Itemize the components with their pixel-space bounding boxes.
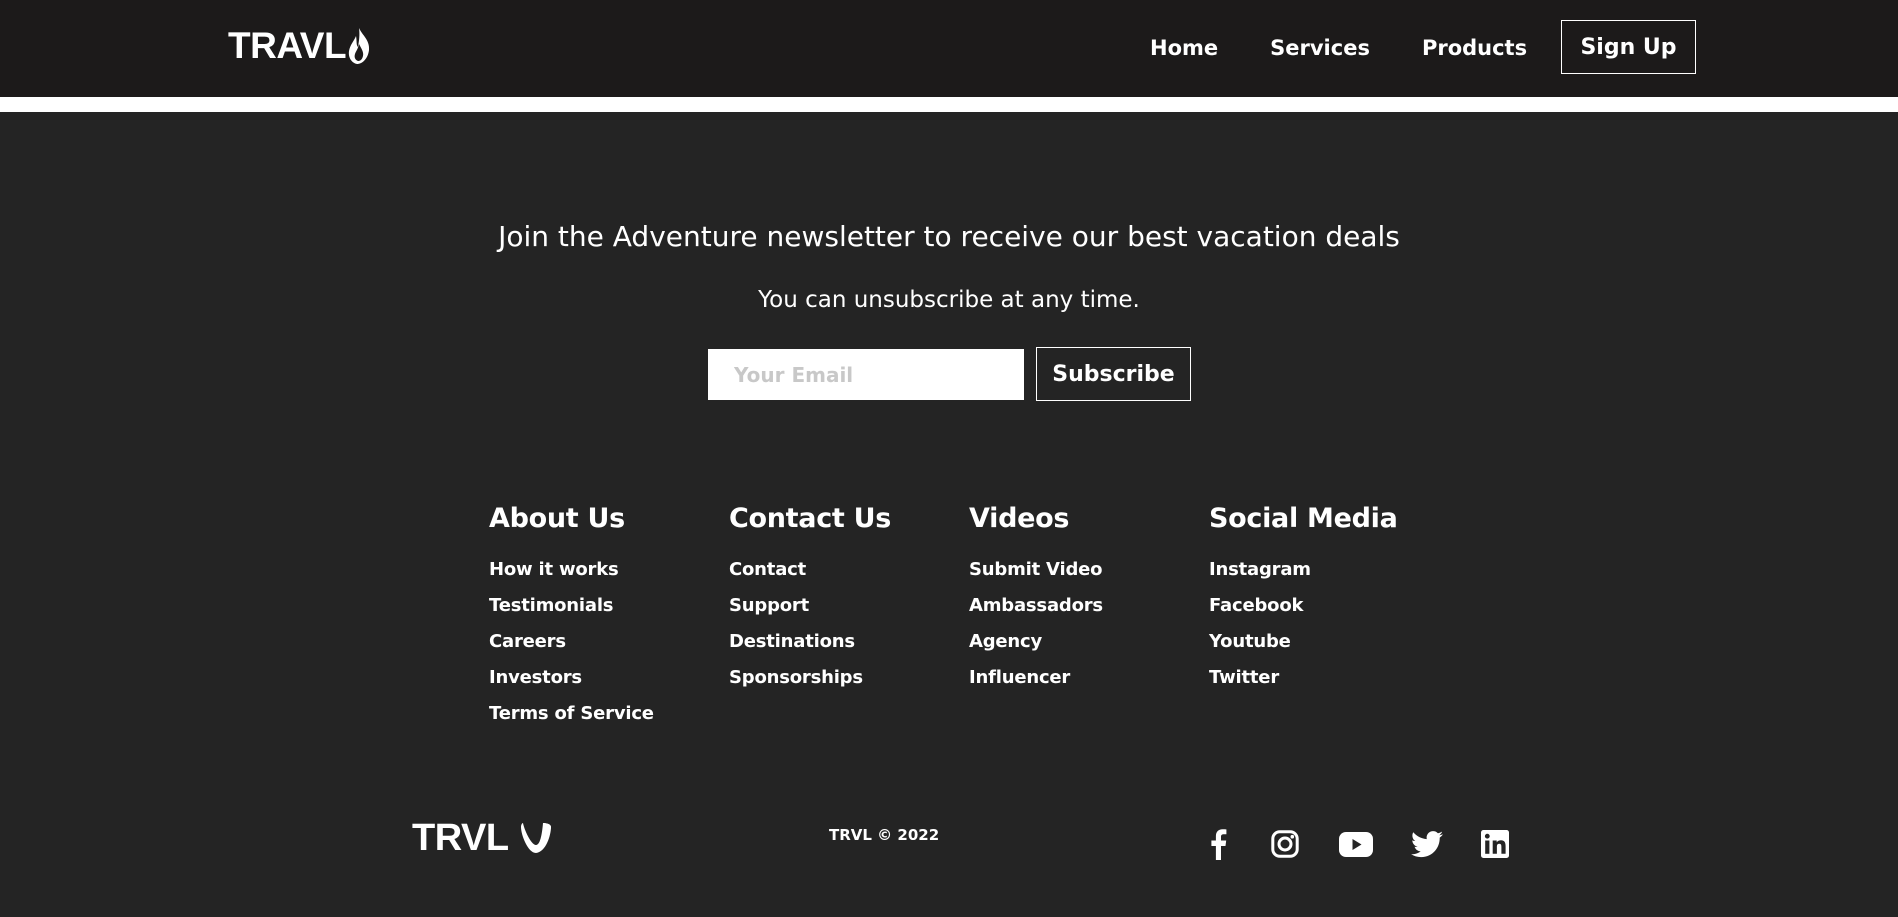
footer-link-terms[interactable]: Terms of Service	[489, 696, 654, 732]
nav-divider	[0, 97, 1898, 112]
twitter-icon[interactable]	[1410, 826, 1444, 862]
footer-link-influencer[interactable]: Influencer	[969, 660, 1103, 696]
footer-column-about: About Us How it works Testimonials Caree…	[489, 503, 654, 732]
email-input[interactable]	[708, 349, 1024, 400]
footer-link-submit-video[interactable]: Submit Video	[969, 552, 1103, 588]
footer-link-support[interactable]: Support	[729, 588, 891, 624]
footer-link-contact[interactable]: Contact	[729, 552, 891, 588]
footer-link-how-it-works[interactable]: How it works	[489, 552, 654, 588]
instagram-icon[interactable]	[1269, 826, 1301, 862]
linkedin-icon[interactable]	[1480, 826, 1510, 862]
footer-link-sponsorships[interactable]: Sponsorships	[729, 660, 891, 696]
footer-link-youtube[interactable]: Youtube	[1209, 624, 1398, 660]
typo3-logo-icon	[520, 823, 551, 853]
newsletter-title: Join the Adventure newsletter to receive…	[498, 220, 1400, 253]
footer-column-videos: Videos Submit Video Ambassadors Agency I…	[969, 503, 1103, 696]
footer-column-contact: Contact Us Contact Support Destinations …	[729, 503, 891, 696]
footer-link-instagram[interactable]: Instagram	[1209, 552, 1398, 588]
footer-link-careers[interactable]: Careers	[489, 624, 654, 660]
footer-link-testimonials[interactable]: Testimonials	[489, 588, 654, 624]
footer-link-ambassadors[interactable]: Ambassadors	[969, 588, 1103, 624]
footer-heading-contact: Contact Us	[729, 503, 892, 534]
footer-link-destinations[interactable]: Destinations	[729, 624, 891, 660]
top-navbar: TRAVL Home Services Products Sign Up	[0, 0, 1898, 97]
sign-up-button[interactable]: Sign Up	[1561, 20, 1696, 74]
youtube-icon[interactable]	[1338, 826, 1374, 862]
footer-link-facebook[interactable]: Facebook	[1209, 588, 1398, 624]
newsletter-subtitle: You can unsubscribe at any time.	[758, 287, 1140, 313]
subscribe-button[interactable]: Subscribe	[1036, 347, 1191, 401]
footer-heading-social: Social Media	[1209, 503, 1398, 534]
copyright-text: TRVL © 2022	[829, 826, 940, 844]
nav-link-products[interactable]: Products	[1422, 30, 1527, 66]
footer-column-social: Social Media Instagram Facebook Youtube …	[1209, 503, 1398, 696]
brand-logo-text: TRAVL	[228, 25, 347, 66]
social-icons	[1200, 826, 1510, 862]
main-nav: Home Services Products	[1150, 30, 1579, 66]
nav-link-home[interactable]: Home	[1150, 30, 1218, 66]
nav-link-services[interactable]: Services	[1270, 30, 1370, 66]
footer-logo[interactable]: TRVL	[412, 816, 553, 860]
footer-link-agency[interactable]: Agency	[969, 624, 1103, 660]
facebook-icon[interactable]	[1200, 826, 1236, 862]
footer-heading-about: About Us	[489, 503, 625, 534]
footer-link-twitter[interactable]: Twitter	[1209, 660, 1398, 696]
flame-icon	[348, 28, 370, 64]
brand-logo[interactable]: TRAVL	[228, 22, 371, 70]
footer-link-investors[interactable]: Investors	[489, 660, 654, 696]
footer-logo-text: TRVL	[412, 816, 509, 859]
footer-heading-videos: Videos	[969, 503, 1070, 534]
